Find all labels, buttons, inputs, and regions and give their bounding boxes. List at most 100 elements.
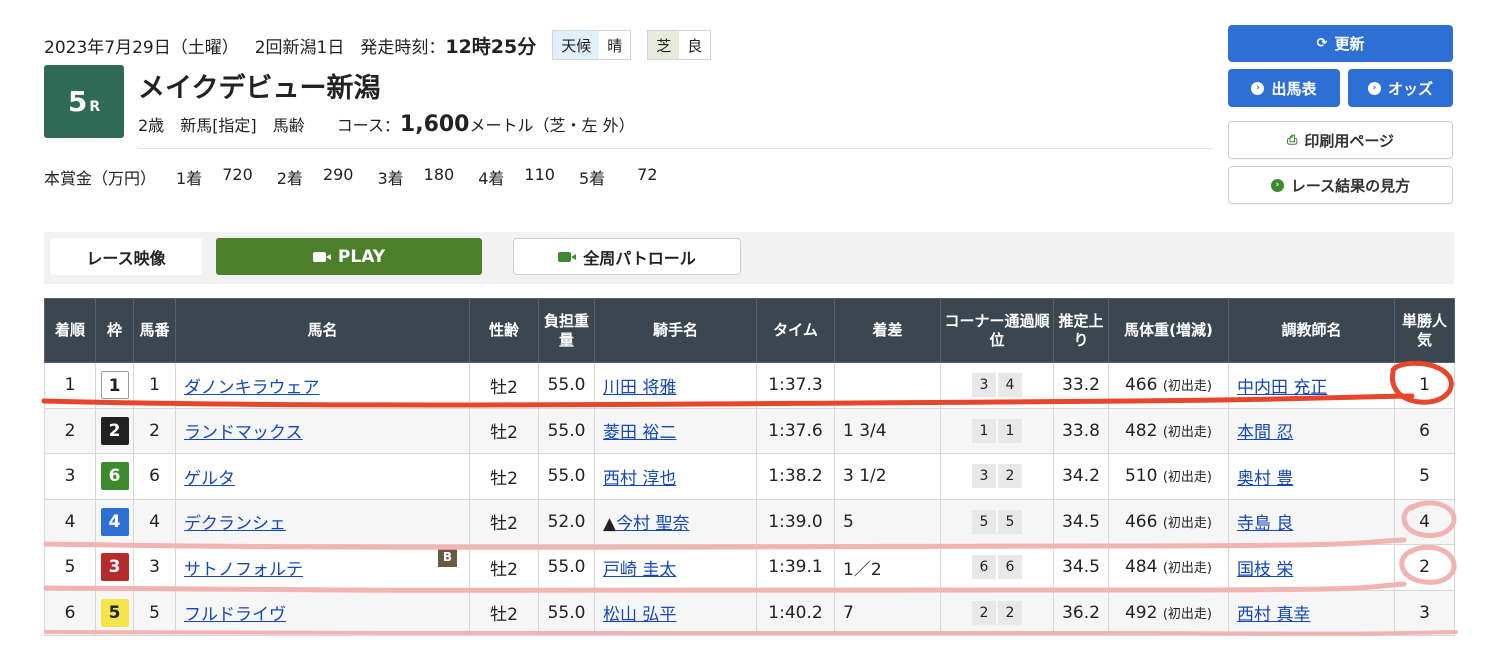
divider bbox=[138, 148, 1213, 149]
trainer-cell: 寺島 良 bbox=[1228, 498, 1395, 545]
jockey-cell: 戸崎 圭太 bbox=[594, 544, 757, 591]
sex-age-cell: 牡2 bbox=[469, 453, 539, 500]
place-cell: 4 bbox=[44, 498, 96, 545]
weather-box: 天候 晴 bbox=[552, 30, 632, 60]
horse-name-link[interactable]: ゲルタ bbox=[184, 469, 235, 489]
jockey-link[interactable]: 西村 淳也 bbox=[603, 469, 676, 489]
jockey-link[interactable]: 菱田 裕二 bbox=[603, 423, 676, 443]
body-weight-cell: 484 (初出走) bbox=[1108, 544, 1229, 591]
play-video-button[interactable]: PLAY bbox=[216, 238, 482, 275]
waku-badge: 2 bbox=[100, 416, 129, 445]
horse-name-link[interactable]: フルドライヴ bbox=[184, 605, 286, 625]
waku-cell: 3 bbox=[95, 544, 134, 591]
jockey-link[interactable]: 戸崎 圭太 bbox=[603, 560, 676, 580]
chevron-right-icon: › bbox=[1251, 81, 1265, 95]
col-trainer: 調教師名 bbox=[1228, 298, 1395, 363]
refresh-icon: ⟳ bbox=[1316, 36, 1328, 51]
horse-name-cell: ランドマックス bbox=[175, 407, 470, 454]
trainer-cell: 西村 真幸 bbox=[1228, 589, 1395, 636]
corner-position: 4 bbox=[998, 373, 1022, 398]
trainer-link[interactable]: 奥村 豊 bbox=[1237, 469, 1293, 489]
track-label: 芝 bbox=[648, 31, 680, 59]
horse-name-link[interactable]: デクランシェ bbox=[184, 514, 286, 534]
prize-money: 本賞金（万円） 1着 720 2着 290 3着 180 4着 110 5着 72 bbox=[44, 165, 658, 188]
waku-badge: 6 bbox=[100, 462, 129, 491]
margin-cell: 5 bbox=[834, 498, 941, 545]
corner-position: 5 bbox=[972, 509, 996, 534]
horse-name-link[interactable]: ランドマックス bbox=[184, 423, 303, 443]
last-3f-cell: 36.2 bbox=[1053, 589, 1109, 636]
waku-cell: 6 bbox=[95, 453, 134, 500]
patrol-video-button[interactable]: 全周パトロール bbox=[513, 238, 741, 275]
corner-position: 6 bbox=[972, 555, 996, 580]
trainer-link[interactable]: 寺島 良 bbox=[1237, 514, 1293, 534]
col-corner: コーナー通過順位 bbox=[940, 298, 1054, 363]
refresh-button[interactable]: ⟳ 更新 bbox=[1228, 25, 1453, 62]
waku-badge: 3 bbox=[100, 553, 129, 582]
col-last-3f: 推定上り bbox=[1053, 298, 1109, 363]
waku-cell: 4 bbox=[95, 498, 134, 545]
margin-cell: 7 bbox=[834, 589, 941, 636]
time-cell: 1:38.2 bbox=[756, 453, 835, 500]
popularity-cell: 5 bbox=[1394, 453, 1455, 500]
last-3f-cell: 34.5 bbox=[1053, 544, 1109, 591]
body-weight-cell: 466 (初出走) bbox=[1108, 498, 1229, 545]
trainer-cell: 中内田 充正 bbox=[1228, 362, 1395, 409]
race-weight-rule: 馬齢 bbox=[272, 116, 305, 135]
horse-number-cell: 3 bbox=[133, 544, 176, 591]
place-cell: 1 bbox=[44, 362, 96, 409]
horse-number-cell: 1 bbox=[133, 362, 176, 409]
sex-age-cell: 牡2 bbox=[469, 498, 539, 545]
print-page-button[interactable]: ⎙ 印刷用ページ bbox=[1228, 121, 1453, 159]
trainer-link[interactable]: 西村 真幸 bbox=[1237, 605, 1310, 625]
corner-cell: 11 bbox=[940, 407, 1054, 454]
prize-label: 本賞金（万円） bbox=[44, 169, 157, 188]
body-weight-cell: 510 (初出走) bbox=[1108, 453, 1229, 500]
horse-name-link[interactable]: サトノフォルテ bbox=[184, 560, 303, 580]
race-name: メイクデビュー新潟 bbox=[138, 73, 381, 104]
col-weight: 負担重量 bbox=[538, 298, 595, 363]
entries-button[interactable]: › 出馬表 bbox=[1228, 69, 1340, 107]
jockey-link[interactable]: 松山 弘平 bbox=[603, 605, 676, 625]
weight-cell: 55.0 bbox=[538, 589, 595, 636]
apprentice-mark: ▲ bbox=[603, 514, 617, 535]
jockey-link[interactable]: 川田 将雅 bbox=[603, 378, 676, 398]
col-time: タイム bbox=[756, 298, 835, 363]
waku-badge: 1 bbox=[100, 371, 129, 400]
body-weight-cell: 482 (初出走) bbox=[1108, 407, 1229, 454]
last-3f-cell: 34.2 bbox=[1053, 453, 1109, 500]
sex-age-cell: 牡2 bbox=[469, 407, 539, 454]
horse-name-cell: フルドライヴ bbox=[175, 589, 470, 636]
corner-position: 6 bbox=[998, 555, 1022, 580]
weight-cell: 55.0 bbox=[538, 407, 595, 454]
video-camera-icon bbox=[312, 251, 331, 262]
trainer-link[interactable]: 国枝 栄 bbox=[1237, 560, 1293, 580]
last-3f-cell: 34.5 bbox=[1053, 498, 1109, 545]
place-cell: 3 bbox=[44, 453, 96, 500]
video-camera-icon bbox=[558, 251, 577, 262]
table-row: 2 2 2 ランドマックス 牡2 55.0 菱田 裕二 1:37.6 1 3/4 1 1 33.8 48… bbox=[44, 407, 1455, 454]
horse-name-link[interactable]: ダノンキラウェア bbox=[184, 378, 320, 398]
odds-button[interactable]: › オッズ bbox=[1348, 69, 1453, 107]
col-sex-age: 性齢 bbox=[469, 298, 539, 363]
col-body-weight: 馬体重(増減) bbox=[1108, 298, 1229, 363]
last-3f-cell: 33.2 bbox=[1053, 362, 1109, 409]
waku-badge: 5 bbox=[100, 598, 129, 627]
result-guide-button[interactable]: › レース結果の見方 bbox=[1228, 166, 1453, 204]
race-class: 新馬[指定] bbox=[180, 116, 257, 135]
col-waku: 枠 bbox=[95, 298, 134, 363]
place-cell: 2 bbox=[44, 407, 96, 454]
trainer-link[interactable]: 中内田 充正 bbox=[1237, 378, 1327, 398]
trainer-cell: 奥村 豊 bbox=[1228, 453, 1395, 500]
body-weight-cell: 492 (初出走) bbox=[1108, 589, 1229, 636]
time-cell: 1:37.6 bbox=[756, 407, 835, 454]
time-cell: 1:39.1 bbox=[756, 544, 835, 591]
chevron-right-icon: › bbox=[1367, 81, 1381, 95]
jockey-link[interactable]: 今村 聖奈 bbox=[616, 514, 689, 534]
table-row: 4 4 4 デクランシェ 牡2 52.0 ▲今村 聖奈 1:39.0 5 5 5 34.5 466 (初… bbox=[44, 498, 1455, 545]
jockey-cell: 松山 弘平 bbox=[594, 589, 757, 636]
col-margin: 着差 bbox=[834, 298, 941, 363]
trainer-link[interactable]: 本間 忍 bbox=[1237, 423, 1293, 443]
corner-cell: 22 bbox=[940, 589, 1054, 636]
corner-cell: 34 bbox=[940, 362, 1054, 409]
